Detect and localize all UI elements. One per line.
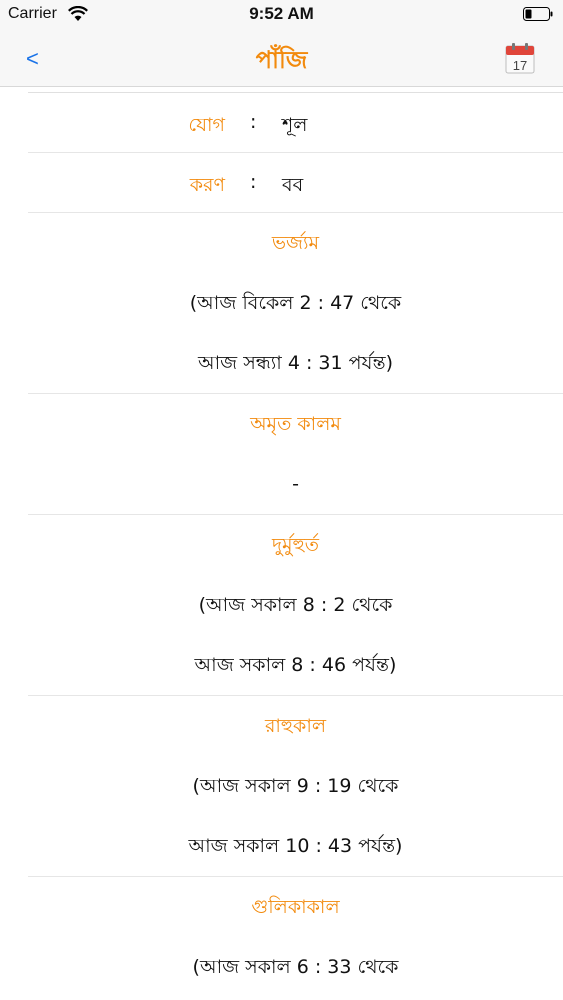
page-title: পাঁজি bbox=[255, 46, 308, 74]
section-rahukal: রাহুকাল (আজ সকাল 9 : 19 থেকে আজ সকাল 10 … bbox=[28, 696, 563, 877]
section-gulikakal: গুলিকাকাল (আজ সকাল 6 : 33 থেকে bbox=[28, 877, 563, 997]
section-start-time: (আজ সকাল 6 : 33 থেকে bbox=[192, 956, 399, 978]
row-karana-label: করণ bbox=[189, 174, 225, 196]
section-title: অমৃত কালম bbox=[250, 413, 341, 435]
row-yoga: যোগ : শূল bbox=[28, 93, 563, 153]
section-title: ভর্জ্যম bbox=[271, 232, 320, 254]
calendar-icon[interactable]: 17 bbox=[505, 42, 535, 74]
row-karana: করণ : বব bbox=[28, 153, 563, 213]
section-title: রাহুকাল bbox=[264, 715, 327, 737]
section-end-time: আজ সকাল 10 : 43 পর্যন্ত) bbox=[188, 835, 403, 857]
section-start-time: (আজ সকাল 8 : 2 থেকে bbox=[198, 594, 393, 616]
navigation-bar: < পাঁজি 17 bbox=[0, 30, 563, 87]
section-varjyam: ভর্জ্যম (আজ বিকেল 2 : 47 থেকে আজ সন্ধ্যা… bbox=[28, 213, 563, 394]
section-end-time: আজ সন্ধ্যা 4 : 31 পর্যন্ত) bbox=[198, 352, 393, 374]
section-title: দুর্মুহুর্ত bbox=[272, 534, 319, 556]
section-amrit-kalam: অমৃত কালম - bbox=[28, 394, 563, 515]
row-yoga-label: যোগ bbox=[188, 114, 225, 136]
panjika-list: যোগ : শূল করণ : বব ভর্জ্যম (আজ বিকেল 2 :… bbox=[28, 92, 563, 997]
calendar-day-number: 17 bbox=[513, 58, 527, 73]
row-karana-colon: : bbox=[250, 171, 257, 193]
status-time: 9:52 AM bbox=[249, 4, 314, 23]
section-end-time: আজ সকাল 8 : 46 পর্যন্ত) bbox=[194, 654, 397, 676]
section-title: গুলিকাকাল bbox=[251, 896, 340, 918]
status-bar: Carrier 9:52 AM bbox=[0, 0, 563, 30]
section-start-time: (আজ বিকেল 2 : 47 থেকে bbox=[189, 292, 402, 314]
section-durmuhurta: দুর্মুহুর্ত (আজ সকাল 8 : 2 থেকে আজ সকাল … bbox=[28, 515, 563, 696]
row-yoga-value: শূল bbox=[282, 114, 308, 136]
row-yoga-colon: : bbox=[250, 111, 257, 133]
battery-icon bbox=[523, 7, 553, 21]
row-karana-value: বব bbox=[282, 174, 304, 196]
section-start-time: (আজ সকাল 9 : 19 থেকে bbox=[192, 775, 399, 797]
section-value: - bbox=[292, 473, 299, 495]
